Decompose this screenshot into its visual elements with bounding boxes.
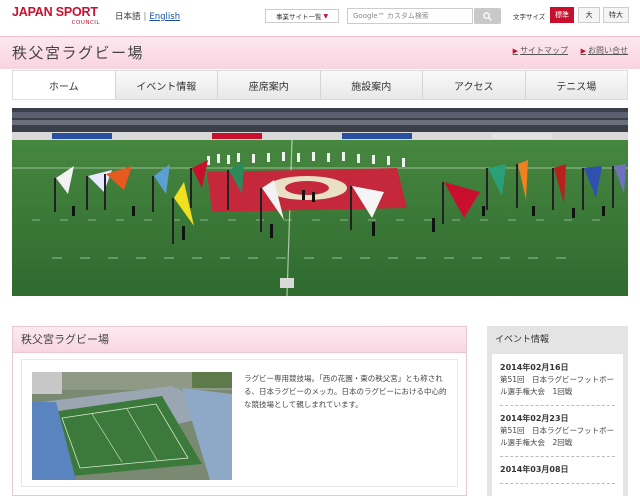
event-date: 2014年02月16日 [500, 363, 569, 372]
font-size-xlarge-button[interactable]: 特大 [603, 7, 629, 23]
lang-separator: | [143, 12, 147, 22]
logo-sub-text: COUNCIL [71, 20, 100, 26]
utility-links: ▶ サイトマップ ▶ お問い合せ [503, 45, 628, 56]
chevron-down-icon: ▼ [323, 12, 329, 20]
events-list: 2014年02月16日 第51回 日本ラグビーフットボール選手権大会 1回戦 2… [492, 354, 623, 496]
nav-item-facilities[interactable]: 施設案内 [321, 71, 423, 99]
search-input[interactable]: Google™ カスタム検索 [347, 8, 473, 24]
search-button[interactable] [474, 8, 501, 24]
contact-label: お問い合せ [588, 46, 628, 55]
business-sites-button[interactable]: 事業サイト一覧 ▼ [265, 9, 339, 23]
page-title[interactable]: 秩父宮ラグビー場 [12, 42, 144, 63]
stadium-aerial-image [32, 372, 232, 480]
nav-item-events[interactable]: イベント情報 [116, 71, 218, 99]
language-switcher: 日本語 | English [115, 10, 180, 22]
panel-body: ラグビー専用競技場。「西の花園・東の秩父宮」とも称される、日本ラグビーのメッカ。… [21, 359, 458, 487]
sitemap-link[interactable]: ▶ サイトマップ [513, 46, 568, 55]
event-date: 2014年03月08日 [500, 465, 569, 474]
events-sidebar: イベント情報 2014年02月16日 第51回 日本ラグビーフットボール選手権大… [487, 326, 628, 496]
event-title[interactable]: 第51回 日本ラグビーフットボール選手権大会 2回戦 [500, 425, 615, 449]
event-item[interactable]: 2014年03月08日 [500, 464, 615, 484]
events-heading: イベント情報 [495, 335, 550, 345]
arrow-right-icon: ▶ [580, 47, 586, 55]
lang-japanese: 日本語 [115, 12, 141, 22]
top-utility-bar: JAPAN SPORT COUNCIL 日本語 | English 事業サイト一覧 … [0, 0, 640, 36]
nav-item-seating[interactable]: 座席案内 [218, 71, 321, 99]
arrow-right-icon: ▶ [512, 47, 519, 55]
font-size-label: 文字サイズ [513, 13, 546, 21]
hero-image [12, 108, 628, 296]
search-icon [483, 11, 492, 21]
stadium-intro-panel: 秩父宮ラグビー場 ラグビー専用競技場。「西の花園・東の秩父宮」とも称される、日本… [12, 326, 467, 496]
stadium-description: ラグビー専用競技場。「西の花園・東の秩父宮」とも称される、日本ラグビーのメッカ。… [244, 374, 447, 409]
nav-item-home[interactable]: ホーム [13, 71, 116, 99]
lang-english-link[interactable]: English [149, 12, 180, 22]
global-nav: ホーム イベント情報 座席案内 施設案内 アクセス テニス場 [12, 70, 628, 100]
logo-main-text: JAPAN SPORT [12, 5, 98, 19]
event-title[interactable]: 第51回 日本ラグビーフットボール選手権大会 1回戦 [500, 374, 615, 398]
jsc-logo[interactable]: JAPAN SPORT COUNCIL [12, 6, 108, 32]
event-item[interactable]: 2014年02月23日 第51回 日本ラグビーフットボール選手権大会 2回戦 [500, 413, 615, 457]
nav-item-access[interactable]: アクセス [423, 71, 526, 99]
sitemap-label: サイトマップ [520, 46, 569, 55]
nav-item-tennis[interactable]: テニス場 [526, 71, 628, 99]
contact-link[interactable]: ▶ お問い合せ [581, 46, 628, 55]
font-size-large-button[interactable]: 大 [578, 7, 600, 23]
event-item[interactable]: 2014年02月16日 第51回 日本ラグビーフットボール選手権大会 1回戦 [500, 362, 615, 406]
font-size-standard-button[interactable]: 標準 [550, 7, 574, 23]
panel-heading: 秩父宮ラグビー場 [13, 327, 466, 353]
business-sites-label: 事業サイト一覧 [275, 13, 322, 21]
title-band: 秩父宮ラグビー場 ▶ サイトマップ ▶ お問い合せ [0, 36, 640, 69]
event-date: 2014年02月23日 [500, 414, 569, 423]
